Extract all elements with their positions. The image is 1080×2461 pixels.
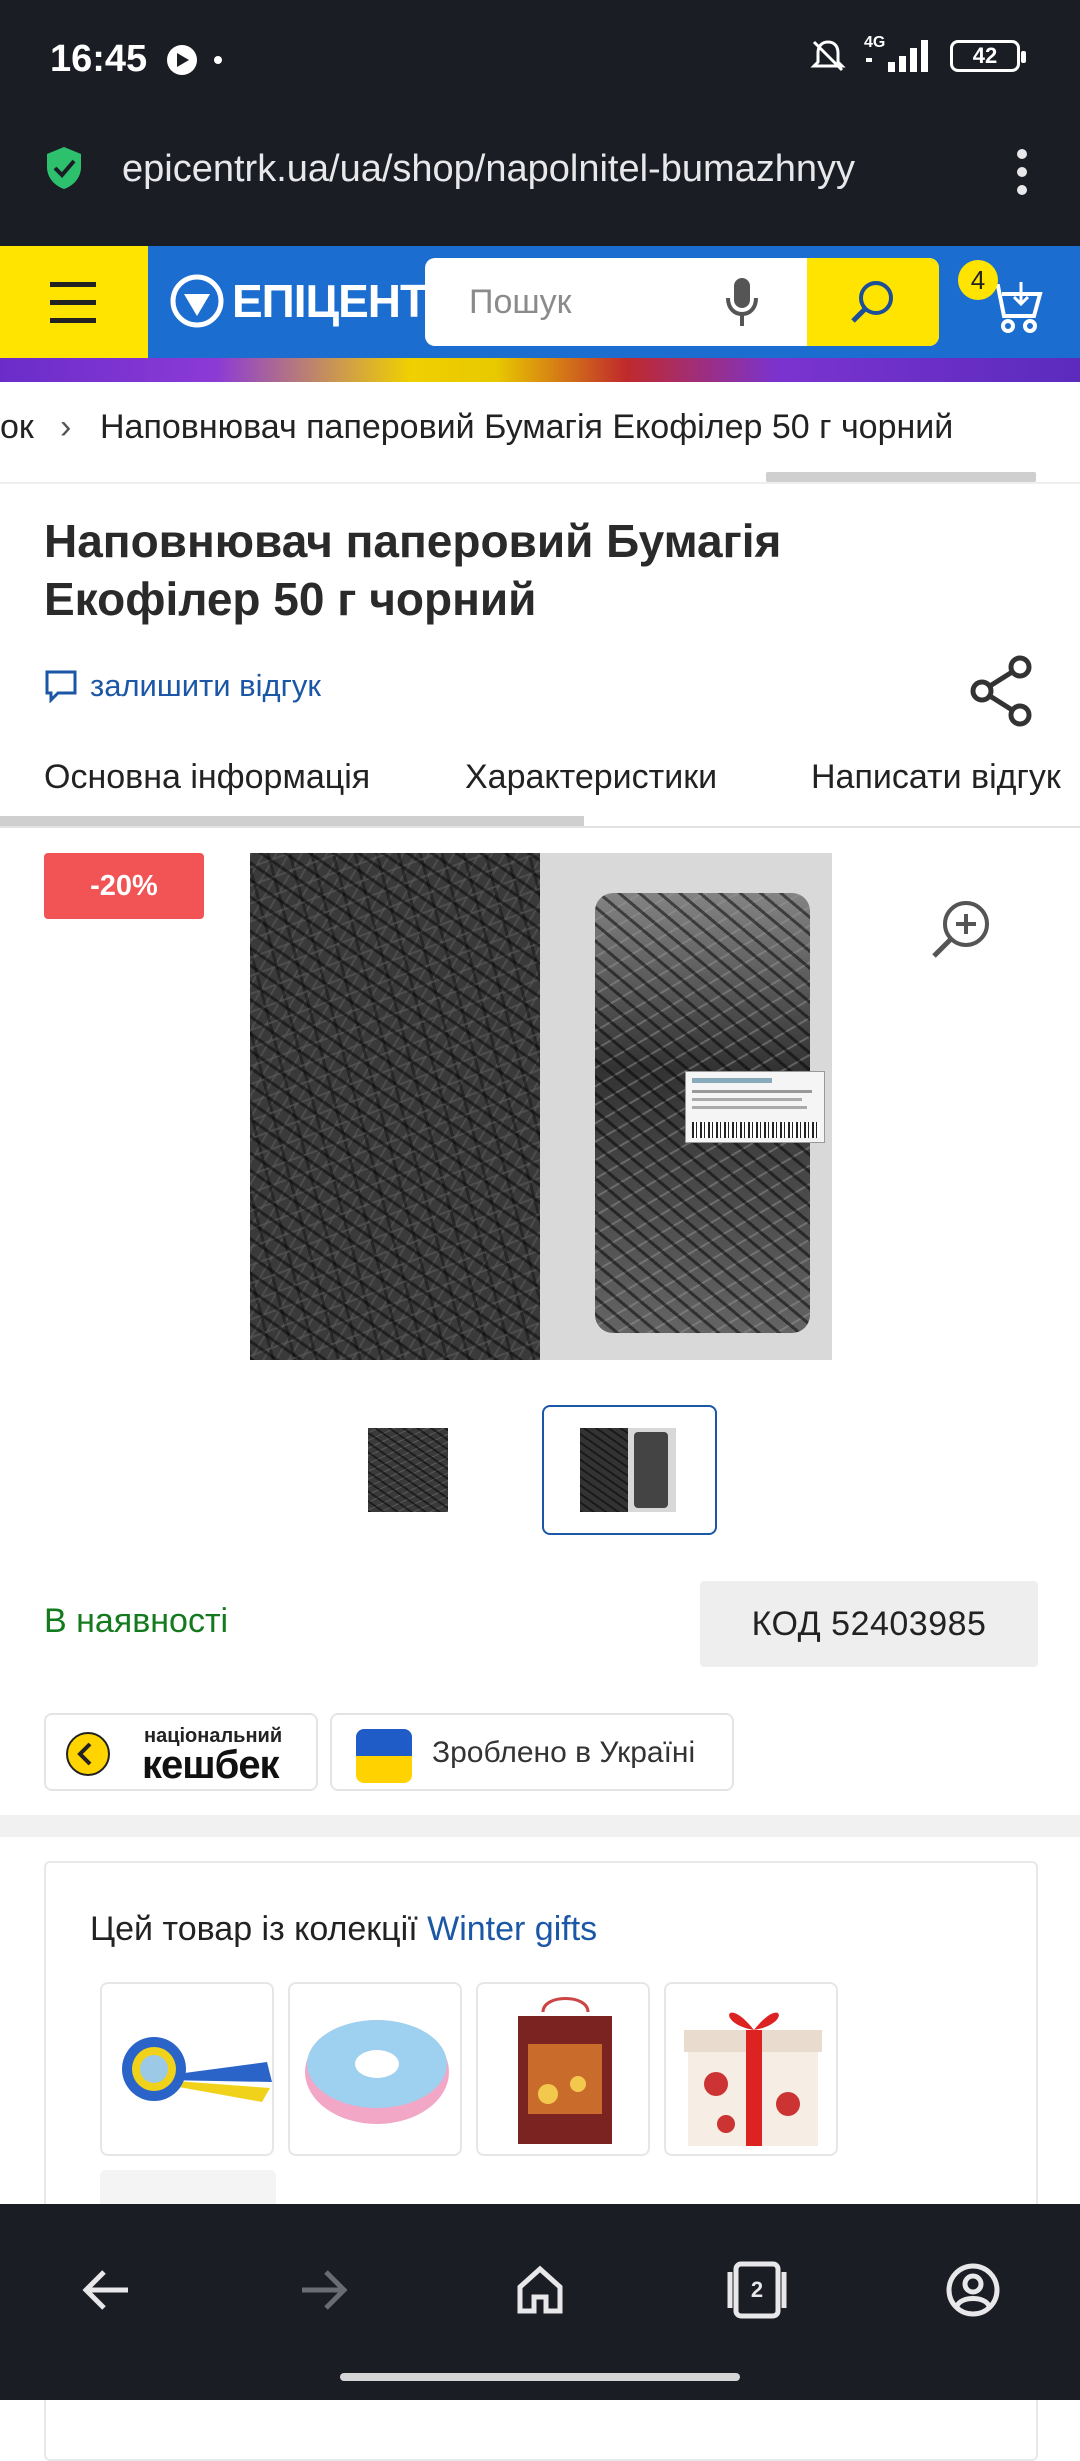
breadcrumb-scrollbar[interactable] bbox=[766, 472, 1036, 482]
home-button[interactable] bbox=[495, 2245, 585, 2335]
breadcrumb-prev[interactable]: ок bbox=[0, 408, 34, 447]
package-photo bbox=[540, 853, 832, 1360]
section-separator bbox=[0, 1815, 1080, 1837]
search-button[interactable] bbox=[807, 258, 939, 346]
dot-icon bbox=[214, 56, 222, 64]
share-icon[interactable] bbox=[968, 655, 1034, 727]
cart-count-badge: 4 bbox=[958, 260, 998, 300]
gift-box-image bbox=[684, 2012, 822, 2146]
collection-item-ribbon[interactable] bbox=[288, 1982, 462, 2156]
tab-write-review[interactable]: Написати відгук bbox=[811, 758, 1061, 797]
made-in-ukraine-label: Зроблено в Україні bbox=[432, 1736, 696, 1769]
back-icon bbox=[82, 2270, 128, 2310]
thumbnail-2[interactable] bbox=[580, 1428, 676, 1512]
barcode bbox=[692, 1122, 820, 1138]
url-field[interactable]: epicentrk.ua/ua/shop/napolnitel-bumazhny… bbox=[122, 148, 962, 191]
gift-bag-image bbox=[518, 1997, 612, 2144]
zoom-in-icon[interactable] bbox=[930, 898, 992, 960]
logo-icon bbox=[170, 274, 224, 328]
tabs-button[interactable]: 2 bbox=[712, 2245, 802, 2335]
leave-review-link[interactable]: залишити відгук bbox=[44, 668, 321, 704]
availability-status: В наявності bbox=[44, 1602, 229, 1640]
active-tab-indicator bbox=[0, 816, 584, 826]
discount-badge: -20% bbox=[44, 853, 204, 919]
divider bbox=[0, 482, 1080, 484]
search-box bbox=[425, 258, 939, 346]
comment-icon bbox=[45, 670, 77, 703]
account-button[interactable] bbox=[928, 2245, 1018, 2335]
promo-banner[interactable] bbox=[0, 358, 1080, 382]
collection-link[interactable]: Winter gifts bbox=[427, 1910, 597, 1948]
cashback-label-big: кешбек bbox=[142, 1743, 280, 1787]
media-icon bbox=[167, 45, 197, 75]
product-main-image[interactable] bbox=[250, 853, 832, 1360]
forward-icon bbox=[302, 2270, 348, 2310]
back-button[interactable] bbox=[62, 2245, 152, 2335]
national-cashback-badge[interactable]: національний кешбек bbox=[44, 1713, 318, 1791]
status-bar: 16:45 4G 42 bbox=[0, 0, 1080, 122]
signal-icon: 4G bbox=[864, 34, 934, 76]
collection-item-gift-bag[interactable] bbox=[476, 1982, 650, 2156]
breadcrumb: ок › Наповнювач паперовий Бумагія Екофіл… bbox=[0, 400, 1080, 450]
product-title: Наповнювач паперовий Бумагія Екофілер 50… bbox=[44, 515, 782, 625]
collection-item-gift-box[interactable] bbox=[664, 1982, 838, 2156]
thumbnail-1[interactable] bbox=[368, 1428, 448, 1512]
gesture-bar[interactable] bbox=[340, 2373, 740, 2381]
logo-text: ЕПІЦЕНТР bbox=[232, 275, 458, 327]
network-label: 4G bbox=[864, 34, 886, 51]
paper-filler-photo bbox=[250, 853, 540, 1360]
site-logo[interactable]: ЕПІЦЕНТР bbox=[170, 268, 458, 334]
product-code: КОД 52403985 bbox=[700, 1581, 1038, 1667]
tabs-count: 2 bbox=[750, 2277, 764, 2302]
shield-check-icon[interactable] bbox=[44, 145, 84, 191]
collection-title: Цей товар із колекції Winter gifts bbox=[90, 1910, 598, 1948]
mic-icon[interactable] bbox=[725, 276, 759, 330]
battery-icon: 42 bbox=[950, 40, 1026, 72]
cart-icon bbox=[990, 282, 1043, 333]
ukraine-flag-icon bbox=[356, 1729, 412, 1783]
cashback-coin-icon bbox=[66, 1732, 110, 1776]
leave-review-label: залишити відгук bbox=[90, 668, 321, 703]
collection-item-rosette[interactable] bbox=[100, 1982, 274, 2156]
chevron-right-icon: › bbox=[60, 408, 72, 446]
status-time: 16:45 bbox=[50, 38, 148, 80]
menu-button[interactable] bbox=[0, 246, 148, 358]
account-icon bbox=[946, 2263, 1000, 2317]
more-vert-icon[interactable] bbox=[1012, 146, 1032, 198]
divider bbox=[0, 826, 1080, 828]
made-in-ukraine-badge[interactable]: Зроблено в Україні bbox=[330, 1713, 734, 1791]
battery-level: 42 bbox=[972, 43, 998, 68]
ribbon-roll-image bbox=[305, 2020, 449, 2124]
hamburger-icon bbox=[50, 282, 96, 323]
search-icon bbox=[851, 281, 893, 323]
package-label bbox=[685, 1071, 825, 1143]
home-icon bbox=[517, 2265, 563, 2314]
rosette-image bbox=[122, 2037, 272, 2102]
breadcrumb-current: Наповнювач паперовий Бумагія Екофілер 50… bbox=[100, 408, 954, 446]
tab-main-info[interactable]: Основна інформація bbox=[44, 758, 370, 797]
forward-button[interactable] bbox=[278, 2245, 368, 2335]
mute-icon bbox=[810, 40, 846, 72]
tab-characteristics[interactable]: Характеристики bbox=[465, 758, 717, 797]
